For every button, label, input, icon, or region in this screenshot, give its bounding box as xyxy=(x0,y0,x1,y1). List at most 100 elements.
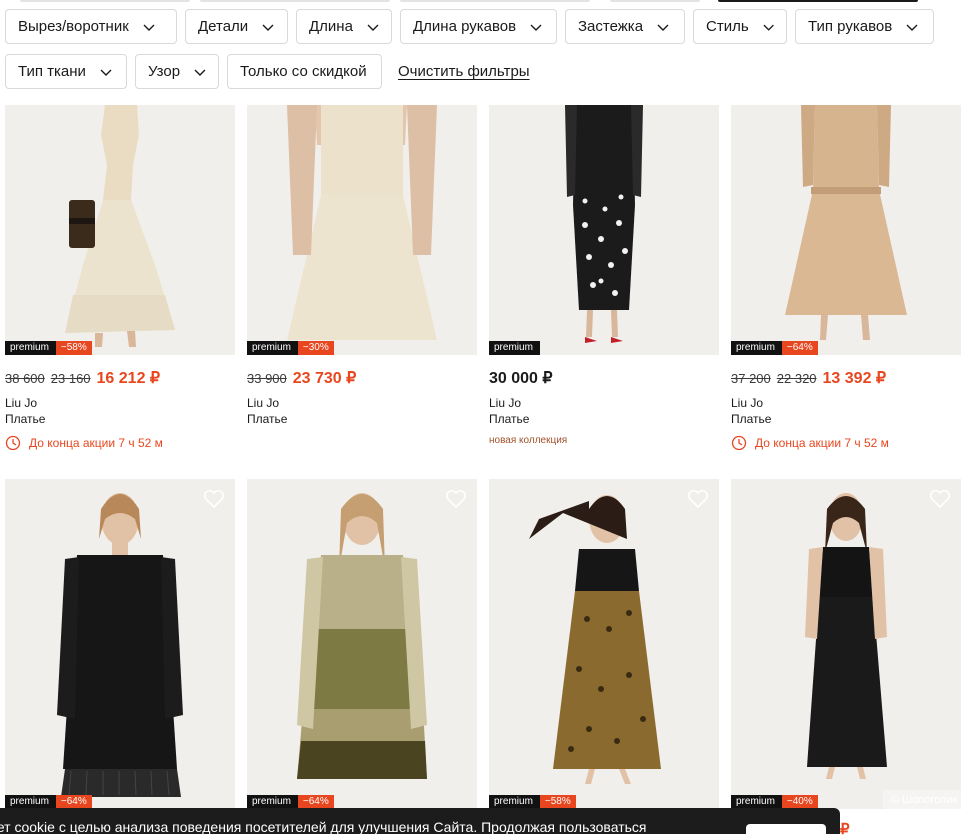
product-type: Платье xyxy=(731,412,772,426)
discount-badge: −30% xyxy=(297,341,334,355)
chevron-down-icon xyxy=(906,24,918,31)
old-price: 38 600 xyxy=(5,371,45,386)
brand-name: Liu Jo xyxy=(247,396,280,410)
watermark: © Шопоголик xyxy=(883,790,978,810)
price-block: 37 200 22 320 13 392 ₽ xyxy=(731,368,886,388)
current-price: 13 392 ₽ xyxy=(822,370,887,387)
chevron-down-icon xyxy=(367,24,379,31)
premium-badge: premium xyxy=(731,341,782,355)
product-card[interactable]: premium −64% 37 200 22 320 13 392 ₽ Liu Jo… xyxy=(731,105,961,465)
filter-bar: Вырез/воротник Детали Длина Длина рукаво… xyxy=(0,0,978,100)
current-price: 30 000 ₽ xyxy=(489,370,553,387)
filter-length[interactable]: Длина xyxy=(296,9,392,44)
cookie-banner: ует cookie с целью анализа поведения пос… xyxy=(0,808,840,834)
premium-badge: premium xyxy=(247,341,298,355)
product-type: Платье xyxy=(489,412,530,426)
filter-label: Длина рукавов xyxy=(413,18,517,35)
cookie-accept-button[interactable] xyxy=(746,824,826,834)
promo-text: До конца акции 7 ч 52 м xyxy=(29,436,163,450)
product-image[interactable]: premium −40% xyxy=(731,479,961,809)
product-image[interactable]: premium −58% xyxy=(489,479,719,809)
chevron-down-icon xyxy=(657,24,669,31)
chevron-down-icon xyxy=(100,69,112,76)
filter-label: Детали xyxy=(198,18,249,35)
badge-group: premium −64% xyxy=(247,795,334,809)
cookie-text: ует cookie с целью анализа поведения пос… xyxy=(0,819,647,834)
discount-badge: −40% xyxy=(781,795,818,809)
filter-label: Застежка xyxy=(578,18,644,35)
badge-group: premium −64% xyxy=(5,795,92,809)
product-card[interactable]: premium −58% xyxy=(489,479,719,809)
filter-sleeve-length[interactable]: Длина рукавов xyxy=(400,9,557,44)
chevron-down-icon xyxy=(530,24,542,31)
discount-badge: −64% xyxy=(781,341,818,355)
filter-style[interactable]: Стиль xyxy=(693,9,787,44)
premium-badge: premium xyxy=(489,341,540,355)
price-block: 38 600 23 160 16 212 ₽ xyxy=(5,368,160,388)
product-image[interactable]: premium −58% xyxy=(5,105,235,355)
premium-badge: premium xyxy=(489,795,540,809)
badge-group: premium −40% xyxy=(731,795,818,809)
product-image[interactable]: premium −64% xyxy=(731,105,961,355)
product-card[interactable]: premium −30% 33 900 23 730 ₽ Liu Jo Плать… xyxy=(247,105,477,465)
product-image[interactable]: premium −64% xyxy=(247,479,477,809)
filter-fabric-type[interactable]: Тип ткани xyxy=(5,54,127,89)
premium-badge: premium xyxy=(731,795,782,809)
old-price: 33 900 xyxy=(247,371,287,386)
old-price: 37 200 xyxy=(731,371,771,386)
heart-icon[interactable] xyxy=(929,489,951,509)
current-price: 16 212 ₽ xyxy=(96,370,161,387)
heart-icon[interactable] xyxy=(203,489,225,509)
badge-group: premium −58% xyxy=(489,795,576,809)
premium-badge: premium xyxy=(5,341,56,355)
filter-label: Тип ткани xyxy=(18,63,86,80)
promo-timer: До конца акции 7 ч 52 м xyxy=(5,435,163,451)
price-block: 33 900 23 730 ₽ xyxy=(247,368,356,388)
price-peek: ₽ xyxy=(840,821,850,838)
chevron-down-icon xyxy=(262,24,274,31)
filter-fastener[interactable]: Застежка xyxy=(565,9,685,44)
product-image[interactable]: premium −64% xyxy=(5,479,235,809)
badge-group: premium xyxy=(489,341,540,355)
product-image[interactable]: premium −30% xyxy=(247,105,477,355)
badge-group: premium −30% xyxy=(247,341,334,355)
filter-details[interactable]: Детали xyxy=(185,9,288,44)
product-type: Платье xyxy=(247,412,288,426)
heart-icon[interactable] xyxy=(687,489,709,509)
product-type: Платье xyxy=(5,412,46,426)
premium-badge: premium xyxy=(5,795,56,809)
old-price-2: 22 320 xyxy=(776,371,817,386)
product-card[interactable]: premium −58% 38 600 23 160 16 212 ₽ Liu Jo… xyxy=(5,105,235,465)
heart-icon[interactable] xyxy=(445,489,467,509)
brand-name: Liu Jo xyxy=(489,396,522,410)
clock-icon xyxy=(731,435,747,451)
chevron-down-icon xyxy=(143,24,155,31)
filter-label: Длина xyxy=(309,18,353,35)
filter-pattern[interactable]: Узор xyxy=(135,54,219,89)
current-price: 23 730 ₽ xyxy=(292,370,357,387)
old-price-2: 23 160 xyxy=(50,371,91,386)
discount-badge: −58% xyxy=(539,795,576,809)
filter-label: Узор xyxy=(148,63,181,80)
promo-text: До конца акции 7 ч 52 м xyxy=(755,436,889,450)
clear-filters-link[interactable]: Очистить фильтры xyxy=(398,63,530,80)
product-card[interactable]: premium −64% xyxy=(5,479,235,809)
product-card[interactable]: premium −40% xyxy=(731,479,961,809)
filter-discount-only[interactable]: Только со скидкой xyxy=(227,54,382,89)
promo-timer: До конца акции 7 ч 52 м xyxy=(731,435,889,451)
clock-icon xyxy=(5,435,21,451)
discount-badge: −64% xyxy=(55,795,92,809)
chevron-down-icon xyxy=(194,69,206,76)
new-collection-label: новая коллекция xyxy=(489,435,568,446)
filter-neckline[interactable]: Вырез/воротник xyxy=(5,9,177,44)
filter-label: Стиль xyxy=(706,18,749,35)
filter-label: Тип рукавов xyxy=(808,18,893,35)
filter-label: Вырез/воротник xyxy=(18,18,129,35)
product-card[interactable]: premium 30 000 ₽ Liu Jo Платье новая кол… xyxy=(489,105,719,465)
product-image[interactable]: premium xyxy=(489,105,719,355)
brand-name: Liu Jo xyxy=(5,396,38,410)
price-block: 30 000 ₽ xyxy=(489,368,553,388)
product-card[interactable]: premium −64% xyxy=(247,479,477,809)
filter-sleeve-type[interactable]: Тип рукавов xyxy=(795,9,934,44)
badge-group: premium −58% xyxy=(5,341,92,355)
